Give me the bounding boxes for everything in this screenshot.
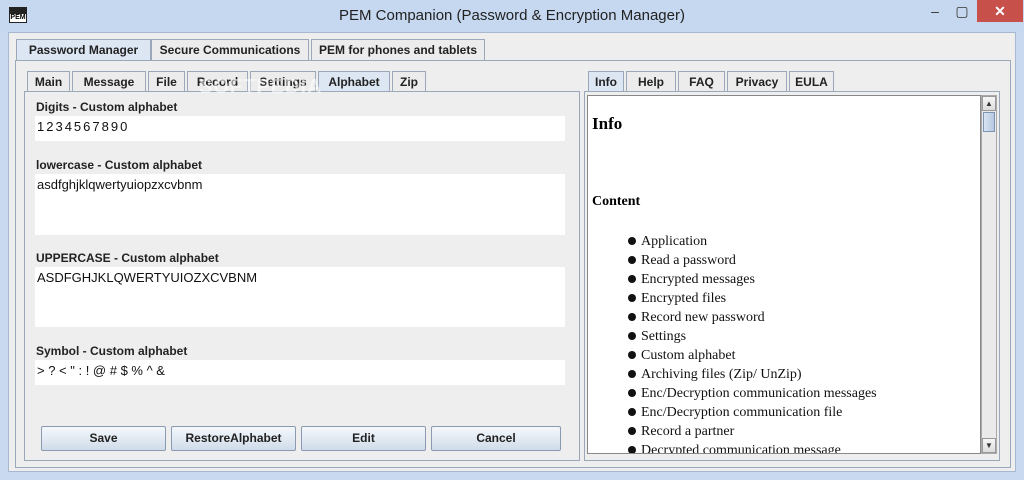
tab-alphabet[interactable]: Alphabet — [318, 71, 390, 92]
bullet-icon — [628, 255, 636, 264]
uppercase-label: UPPERCASE - Custom alphabet — [36, 251, 219, 265]
watermark: SOFTPEDIA — [199, 76, 323, 98]
bullet-icon — [628, 274, 636, 283]
tab-faq[interactable]: FAQ — [678, 71, 725, 92]
scroll-thumb[interactable] — [983, 112, 995, 132]
list-item-label: Encrypted messages — [641, 272, 755, 287]
list-item[interactable]: Encrypted messages — [628, 270, 877, 289]
list-item-label: Enc/Decryption communication messages — [641, 386, 877, 401]
list-item[interactable]: Record a partner — [628, 422, 877, 441]
tab-main[interactable]: Main — [27, 71, 70, 92]
save-button[interactable]: Save — [41, 426, 166, 451]
main-client-area: Password Manager Secure Communications P… — [8, 32, 1016, 472]
window-title: PEM Companion (Password & Encryption Man… — [339, 7, 685, 24]
list-item[interactable]: Decrypted communication message — [628, 441, 877, 454]
list-item-label: Encrypted files — [641, 291, 727, 306]
bullet-icon — [628, 293, 636, 302]
bullet-icon — [628, 312, 636, 321]
list-item-label: Record new password — [641, 310, 765, 325]
tab-privacy[interactable]: Privacy — [727, 71, 787, 92]
lowercase-label: lowercase - Custom alphabet — [36, 158, 203, 172]
maximize-button[interactable]: ▢ — [949, 0, 975, 22]
list-item[interactable]: Enc/Decryption communication file — [628, 403, 877, 422]
lowercase-field[interactable]: asdfghjklqwertyuiopzxcvbnm — [35, 174, 565, 235]
cancel-button[interactable]: Cancel — [431, 426, 561, 451]
list-item-label: Decrypted communication message — [641, 443, 841, 454]
list-item-label: Enc/Decryption communication file — [641, 405, 843, 420]
scroll-up-icon[interactable]: ▲ — [982, 96, 996, 111]
list-item[interactable]: Settings — [628, 327, 877, 346]
tab-pem-phones-tablets[interactable]: PEM for phones and tablets — [311, 39, 485, 60]
list-item[interactable]: Read a password — [628, 251, 877, 270]
list-item-label: Custom alphabet — [641, 348, 736, 363]
bullet-icon — [628, 350, 636, 359]
info-content[interactable]: Info Content Application Read a password… — [587, 95, 981, 454]
info-scrollbar[interactable]: ▲ ▼ — [981, 95, 997, 454]
bullet-icon — [628, 445, 636, 453]
restore-alphabet-button[interactable]: RestoreAlphabet — [171, 426, 296, 451]
bullet-icon — [628, 236, 636, 245]
tab-file[interactable]: File — [148, 71, 185, 92]
tab-help[interactable]: Help — [626, 71, 676, 92]
list-item-label: Settings — [641, 329, 687, 344]
bullet-icon — [628, 369, 636, 378]
digits-field[interactable]: 1234567890 — [35, 116, 565, 141]
bullet-icon — [628, 426, 636, 435]
bullet-icon — [628, 388, 636, 397]
edit-button[interactable]: Edit — [301, 426, 426, 451]
digits-label: Digits - Custom alphabet — [36, 100, 178, 114]
tab-zip[interactable]: Zip — [392, 71, 426, 92]
list-item-label: Application — [641, 234, 708, 249]
list-item-label: Record a partner — [641, 424, 735, 439]
tab-message[interactable]: Message — [72, 71, 146, 92]
symbol-label: Symbol - Custom alphabet — [36, 344, 188, 358]
list-item[interactable]: Record new password — [628, 308, 877, 327]
scroll-down-icon[interactable]: ▼ — [982, 438, 996, 453]
list-item[interactable]: Encrypted files — [628, 289, 877, 308]
list-item[interactable]: Archiving files (Zip/ UnZip) — [628, 365, 877, 384]
list-item-label: Read a password — [641, 253, 736, 268]
tab-secure-communications[interactable]: Secure Communications — [151, 39, 309, 60]
bullet-icon — [628, 407, 636, 416]
list-item-label: Archiving files (Zip/ UnZip) — [641, 367, 802, 382]
tab-password-manager[interactable]: Password Manager — [16, 39, 151, 60]
title-bar: PEM PEM Companion (Password & Encryption… — [0, 0, 1024, 32]
info-heading: Info — [592, 114, 623, 133]
minimize-button[interactable]: – — [922, 0, 948, 22]
tab-info[interactable]: Info — [588, 71, 624, 92]
list-item[interactable]: Application — [628, 232, 877, 251]
close-button[interactable]: ✕ — [977, 0, 1023, 22]
tab-eula[interactable]: EULA — [789, 71, 834, 92]
list-item[interactable]: Custom alphabet — [628, 346, 877, 365]
bullet-icon — [628, 331, 636, 340]
content-list: Application Read a password Encrypted me… — [628, 232, 877, 454]
symbol-field[interactable]: > ? < " : ! @ # $ % ^ & — [35, 360, 565, 385]
list-item[interactable]: Enc/Decryption communication messages — [628, 384, 877, 403]
content-heading: Content — [592, 194, 641, 209]
uppercase-field[interactable]: ASDFGHJKLQWERTYUIOZXCVBNM — [35, 267, 565, 327]
